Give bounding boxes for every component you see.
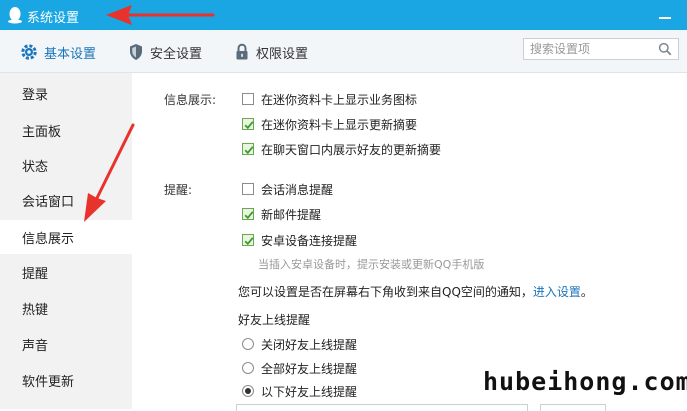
window-title: 系统设置 <box>27 11 80 26</box>
info-display-section-label: 信息展示: <box>164 93 217 107</box>
check-icon <box>244 146 254 155</box>
option-label: 安卓设备连接提醒 <box>261 233 358 248</box>
option-label: 关闭好友上线提醒 <box>261 337 358 352</box>
checkbox[interactable] <box>242 183 254 195</box>
friend-online-heading: 好友上线提醒 <box>238 313 311 327</box>
settings-content: 信息展示: 在迷你资料卡上显示业务图标 在迷你资料卡上显示更新摘要 在聊天窗口内… <box>132 73 687 411</box>
qzone-notice-text: 您可以设置是否在屏幕右下角收到来自QQ空间的通知， <box>238 285 533 299</box>
checkbox[interactable] <box>242 93 254 105</box>
tab-security-settings[interactable]: 安全设置 <box>128 42 202 62</box>
shield-icon <box>130 44 142 60</box>
minimize-button[interactable] <box>657 8 673 22</box>
sidebar-item-label: 热键 <box>22 302 49 318</box>
checkbox[interactable] <box>242 234 254 246</box>
qzone-notice: 您可以设置是否在屏幕右下角收到来自QQ空间的通知，进入设置。 <box>238 283 593 300</box>
settings-sidebar: 登录 主面板 状态 会话窗口 信息展示 提醒 热键 声音 软件更新 <box>0 73 132 409</box>
sidebar-item-label: 会话窗口 <box>22 194 75 210</box>
option-label: 以下好友上线提醒 <box>261 384 358 399</box>
tab-basic-settings[interactable]: 基本设置 <box>20 42 96 62</box>
qq-penguin-icon <box>8 7 22 24</box>
option-label: 会话消息提醒 <box>261 182 334 197</box>
option-selected-friends-online[interactable]: 以下好友上线提醒 <box>242 382 357 400</box>
checkbox[interactable] <box>242 118 254 130</box>
option-label: 在聊天窗口内展示好友的更新摘要 <box>261 142 442 157</box>
tab-label: 安全设置 <box>150 46 203 62</box>
sidebar-item-software-update[interactable]: 软件更新 <box>0 363 132 397</box>
option-all-friends-online[interactable]: 全部好友上线提醒 <box>242 359 357 377</box>
sidebar-item-info-display[interactable]: 信息展示 <box>0 220 132 254</box>
sidebar-item-label: 软件更新 <box>22 374 75 390</box>
gear-icon <box>21 44 37 60</box>
check-icon <box>244 211 254 220</box>
option-mini-card-update-summary[interactable]: 在迷你资料卡上显示更新摘要 <box>242 115 417 133</box>
option-label: 在迷你资料卡上显示更新摘要 <box>261 117 418 132</box>
option-disable-friend-online[interactable]: 关闭好友上线提醒 <box>242 335 357 353</box>
radio[interactable] <box>242 362 254 374</box>
qzone-notice-tail: 。 <box>580 285 593 299</box>
sidebar-item-label: 状态 <box>22 159 49 175</box>
sidebar-item-label: 声音 <box>22 338 49 354</box>
search-icon[interactable] <box>658 42 672 56</box>
option-label: 新邮件提醒 <box>261 207 322 222</box>
lock-icon <box>236 43 248 60</box>
settings-toolbar: 基本设置 安全设置 权限设置 <box>0 30 687 73</box>
sidebar-item-label: 信息展示 <box>22 231 75 247</box>
sidebar-item-status[interactable]: 状态 <box>0 148 132 182</box>
sidebar-item-label: 主面板 <box>22 124 62 140</box>
sidebar-item-label: 登录 <box>22 87 49 103</box>
sidebar-item-label: 提醒 <box>22 266 49 282</box>
option-chat-window-friend-summary[interactable]: 在聊天窗口内展示好友的更新摘要 <box>242 140 441 158</box>
reminder-section-label: 提醒: <box>164 183 193 197</box>
sidebar-item-chat-window[interactable]: 会话窗口 <box>0 183 132 217</box>
search-input[interactable] <box>524 39 666 59</box>
enter-settings-link[interactable]: 进入设置 <box>533 285 581 299</box>
tab-label: 权限设置 <box>256 46 309 62</box>
sidebar-item-login[interactable]: 登录 <box>0 76 132 110</box>
android-reminder-hint: 当插入安卓设备时，提示安装或更新QQ手机版 <box>258 258 485 271</box>
sidebar-item-main-panel[interactable]: 主面板 <box>0 113 132 147</box>
option-label: 在迷你资料卡上显示业务图标 <box>261 92 418 107</box>
checkbox[interactable] <box>242 208 254 220</box>
radio[interactable] <box>242 338 254 350</box>
title-bar: 系统设置 <box>0 0 687 30</box>
tab-label: 基本设置 <box>44 46 97 62</box>
sidebar-item-reminder[interactable]: 提醒 <box>0 255 132 289</box>
sidebar-item-hotkeys[interactable]: 热键 <box>0 291 132 325</box>
option-label: 全部好友上线提醒 <box>261 361 358 376</box>
search-box[interactable] <box>523 38 679 60</box>
sidebar-item-sound[interactable]: 声音 <box>0 327 132 361</box>
option-new-mail-reminder[interactable]: 新邮件提醒 <box>242 205 321 223</box>
watermark: hubeihong.com <box>483 367 687 396</box>
check-icon <box>244 237 254 246</box>
friend-list-button[interactable] <box>540 404 606 411</box>
checkbox[interactable] <box>242 143 254 155</box>
check-icon <box>244 121 254 130</box>
option-android-device-reminder[interactable]: 安卓设备连接提醒 <box>242 231 357 249</box>
tab-permission-settings[interactable]: 权限设置 <box>234 42 308 62</box>
radio[interactable] <box>242 385 254 397</box>
option-chat-message-reminder[interactable]: 会话消息提醒 <box>242 180 333 198</box>
option-mini-card-business-icon[interactable]: 在迷你资料卡上显示业务图标 <box>242 90 417 108</box>
friend-list-box[interactable] <box>236 404 528 411</box>
